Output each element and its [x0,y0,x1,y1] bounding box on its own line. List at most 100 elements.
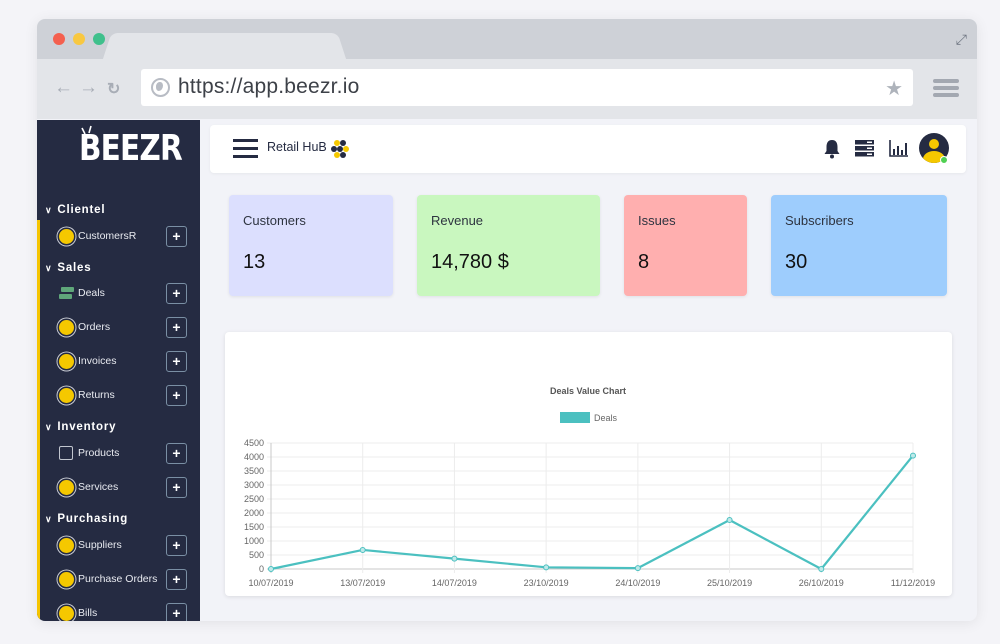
data-point[interactable] [359,546,366,553]
add-purchase-orders-button[interactable]: + [166,569,187,590]
browser-toolbar: ← → ↻ https://app.beezr.io ★ [37,59,977,119]
sidebar-item-purchase-orders[interactable]: Purchase Orders + [59,569,189,591]
y-tick-label: 4000 [244,452,264,462]
data-point[interactable] [910,452,916,459]
server-list-icon[interactable] [855,140,874,157]
money-icon [59,287,75,300]
minimize-window-button[interactable] [73,33,85,45]
coin-icon [59,480,74,495]
url-text[interactable]: https://app.beezr.io [178,75,359,99]
browser-window: ⤢ ← → ↻ https://app.beezr.io ★ BEEZR ∨ Cl… [37,19,977,621]
y-tick-label: 1500 [244,522,264,532]
workspace-title: Retail HuB [267,140,327,154]
add-suppliers-button[interactable]: + [166,535,187,556]
globe-icon [151,78,170,97]
chevron-down-icon: ∨ [45,514,53,524]
stat-card-customers[interactable]: Customers 13 [229,195,393,296]
sidebar-item-deals[interactable]: Deals + [59,283,189,305]
sidebar-item-customersr[interactable]: CustomersR + [59,226,189,248]
y-tick-label: 3500 [244,466,264,476]
stat-value: 13 [243,251,266,273]
x-tick-label: 11/12/2019 [891,578,935,588]
data-point[interactable] [451,555,458,562]
sidebar-item-products[interactable]: Products + [59,443,189,465]
bar-chart-icon[interactable] [889,139,909,157]
stat-value: 8 [638,251,650,273]
chevron-down-icon: ∨ [45,263,53,273]
data-point[interactable] [634,565,641,572]
add-bills-button[interactable]: + [166,603,187,621]
stat-card-revenue[interactable]: Revenue 14,780 $ [417,195,600,296]
data-point[interactable] [818,566,825,572]
coin-icon [59,538,74,553]
online-status-dot [940,156,948,164]
bookmark-star-icon[interactable]: ★ [885,76,903,101]
browser-tab[interactable] [117,33,332,60]
sidebar-item-suppliers[interactable]: Suppliers + [59,535,189,557]
data-point[interactable] [726,517,733,523]
expand-icon[interactable]: ⤢ [956,31,967,48]
section-sales[interactable]: ∨ Sales [45,262,91,274]
sidebar-item-invoices[interactable]: Invoices + [59,351,189,373]
address-bar[interactable]: https://app.beezr.io ★ [141,69,913,106]
back-icon[interactable]: ← [54,77,73,99]
deals-chart-card: Deals Value Chart Deals 0 500 1000 1500 2000… [225,332,952,596]
y-tick-label: 4500 [244,438,264,448]
bell-icon[interactable] [823,139,841,159]
app-header: Retail HuB [210,125,966,173]
stat-value: 30 [785,251,808,273]
y-tick-label: 0 [259,564,264,574]
legend-label[interactable]: Deals [594,413,618,423]
add-deals-button[interactable]: + [166,283,187,304]
x-tick-label: 13/07/2019 [340,578,385,588]
sidebar: BEEZR ∨ Clientel CustomersR + ∨ Sales Deals… [37,120,200,621]
tab-bar: ⤢ [37,19,977,60]
app-logo[interactable]: BEEZR [79,128,183,169]
add-products-button[interactable]: + [166,443,187,464]
coin-icon [59,354,74,369]
sidebar-item-bills[interactable]: Bills + [59,603,189,621]
section-clientel[interactable]: ∨ Clientel [45,204,105,216]
data-point[interactable] [268,566,274,572]
hamburger-menu-icon[interactable] [233,139,258,163]
legend-swatch[interactable] [560,412,590,423]
stat-title: Issues [638,213,676,228]
add-services-button[interactable]: + [166,477,187,498]
sidebar-item-returns[interactable]: Returns + [59,385,189,407]
y-tick-label: 1000 [244,536,264,546]
y-tick-label: 2500 [244,494,264,504]
coin-icon [59,388,74,403]
x-tick-label: 10/07/2019 [248,578,293,588]
add-returns-button[interactable]: + [166,385,187,406]
x-tick-label: 26/10/2019 [799,578,844,588]
data-point[interactable] [543,564,550,571]
reload-icon[interactable]: ↻ [107,79,120,99]
coin-icon [59,229,74,244]
forward-icon[interactable]: → [79,77,98,99]
section-purchasing[interactable]: ∨ Purchasing [45,513,128,525]
y-tick-label: 2000 [244,508,264,518]
stat-card-subscribers[interactable]: Subscribers 30 [771,195,947,296]
stat-card-issues[interactable]: Issues 8 [624,195,747,296]
coin-icon [59,606,74,621]
section-inventory[interactable]: ∨ Inventory [45,421,116,433]
add-customersr-button[interactable]: + [166,226,187,247]
maximize-window-button[interactable] [93,33,105,45]
add-invoices-button[interactable]: + [166,351,187,372]
add-orders-button[interactable]: + [166,317,187,338]
browser-menu-icon[interactable] [933,79,959,100]
stat-title: Subscribers [785,213,854,228]
series-line-deals [270,454,914,571]
sidebar-item-orders[interactable]: Orders + [59,317,189,339]
x-tick-label: 14/07/2019 [432,578,477,588]
y-tick-label: 500 [249,550,264,560]
honeycomb-icon [331,140,349,158]
x-tick-label: 24/10/2019 [615,578,660,588]
deals-value-chart: Deals Value Chart Deals 0 500 1000 1500 2000… [244,386,935,588]
sidebar-item-services[interactable]: Services + [59,477,189,499]
stat-value: 14,780 $ [431,251,509,273]
stat-title: Revenue [431,213,484,228]
x-tick-label: 23/10/2019 [524,578,569,588]
close-window-button[interactable] [53,33,65,45]
coin-icon [59,320,74,335]
